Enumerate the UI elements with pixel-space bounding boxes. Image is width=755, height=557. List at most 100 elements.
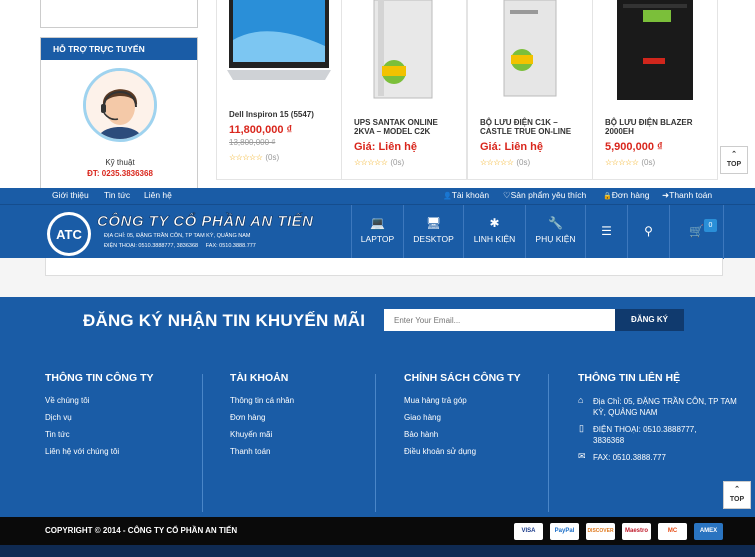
menu-item-desktop[interactable]: 🖥 DESKTOP bbox=[403, 205, 463, 259]
product-name[interactable]: BỘ LƯU ĐIỆN BLAZER 2000EH bbox=[605, 118, 711, 136]
product-image[interactable] bbox=[478, 0, 582, 104]
footer: THÔNG TIN CÔNG TY Về chúng tôi Dịch vụ T… bbox=[0, 344, 755, 517]
search-icon: ⚲ bbox=[644, 224, 653, 238]
menu-item-laptop[interactable]: 💻 LAPTOP bbox=[351, 205, 403, 259]
home-icon: ⌂ bbox=[578, 395, 584, 405]
product-card[interactable]: Dell Inspiron 15 (5547) 11,800,000 ₫ 13,… bbox=[216, 0, 342, 180]
desktop-icon: 🖥 bbox=[425, 216, 442, 230]
footer-link[interactable]: Mua hàng trả góp bbox=[404, 396, 467, 405]
footer-link[interactable]: Liên hệ với chúng tôi bbox=[45, 447, 119, 456]
footer-account-title: TÀI KHOẢN bbox=[230, 372, 289, 384]
rating-stars-icon: ☆☆☆☆☆ bbox=[480, 158, 514, 167]
hamburger-icon: ☰ bbox=[601, 224, 612, 238]
newsletter-email-input[interactable] bbox=[384, 309, 615, 331]
footer-divider bbox=[202, 374, 203, 512]
support-panel: HỖ TRỢ TRỰC TUYẾN Kỹ thuật ĐT: 0235.3836… bbox=[40, 37, 198, 188]
footer-contact-title: THÔNG TIN LIÊN HỆ bbox=[578, 372, 681, 384]
product-rating: ☆☆☆☆☆ (0s) bbox=[354, 158, 404, 167]
product-card[interactable]: BỘ LƯU ĐIỆN C1K – CASTLE TRUE ON-LINE Gi… bbox=[467, 0, 593, 180]
nav-link-contact[interactable]: Liên hệ bbox=[144, 190, 172, 200]
footer-link[interactable]: Điều khoản sử dụng bbox=[404, 447, 476, 456]
nav-link-news[interactable]: Tin tức bbox=[104, 190, 130, 200]
product-price: Giá: Liên hệ bbox=[354, 141, 417, 153]
mastercard-icon: MC bbox=[658, 523, 687, 540]
menu-item-accessories[interactable]: 🔧 PHỤ KIỆN bbox=[525, 205, 585, 259]
mobile-icon: ▯ bbox=[579, 423, 584, 433]
footer-company-title: THÔNG TIN CÔNG TY bbox=[45, 372, 154, 384]
wishlist-link[interactable]: ♡Sản phẩm yêu thích bbox=[503, 190, 586, 201]
support-title: HỖ TRỢ TRỰC TUYẾN bbox=[41, 38, 197, 60]
paypal-icon: PayPal bbox=[550, 523, 579, 540]
rating-count: (0s) bbox=[390, 158, 405, 167]
scroll-top-button[interactable]: ⌃ TOP bbox=[720, 146, 748, 174]
product-name[interactable]: Dell Inspiron 15 (5547) bbox=[229, 110, 335, 119]
account-link[interactable]: 👤Tài khoản bbox=[443, 190, 489, 200]
footer-link[interactable]: Thanh toán bbox=[230, 447, 270, 456]
product-card[interactable]: BỘ LƯU ĐIỆN BLAZER 2000EH 5,900,000 ₫ ☆☆… bbox=[592, 0, 718, 180]
heart-icon: ♡ bbox=[503, 190, 511, 200]
footer-link[interactable]: Về chúng tôi bbox=[45, 396, 89, 405]
logo-company-name[interactable]: CÔNG TY CỔ PHẦN AN TIẾN bbox=[97, 213, 314, 231]
content-area: HỖ TRỢ TRỰC TUYẾN Kỹ thuật ĐT: 0235.3836… bbox=[0, 0, 755, 188]
footer-link[interactable]: Tin tức bbox=[45, 430, 70, 439]
product-old-price: 13,800,000 ₫ bbox=[229, 138, 276, 147]
content-strip bbox=[45, 258, 723, 276]
cart-count-badge: 0 bbox=[704, 219, 717, 232]
chevron-up-icon: ⌃ bbox=[731, 151, 737, 158]
rating-stars-icon: ☆☆☆☆☆ bbox=[354, 158, 388, 167]
footer-divider bbox=[548, 374, 549, 512]
cart-button[interactable]: 🛒 0 bbox=[669, 205, 724, 259]
footer-link[interactable]: Thông tin cá nhân bbox=[230, 396, 294, 405]
top-navbar: Giới thiệu Tin tức Liên hệ 👤Tài khoản ♡S… bbox=[0, 188, 755, 204]
user-icon: 👤 bbox=[443, 193, 452, 200]
newsletter-subscribe-button[interactable]: ĐĂNG KÝ bbox=[615, 309, 684, 331]
product-price: 11,800,000 ₫ bbox=[229, 124, 293, 136]
envelope-icon: ✉ bbox=[578, 451, 586, 461]
contact-fax: FAX: 0510.3888.777 bbox=[593, 453, 666, 462]
scroll-top-button[interactable]: ⌃ TOP bbox=[723, 481, 751, 509]
footer-divider bbox=[375, 374, 376, 512]
product-image[interactable] bbox=[352, 0, 456, 104]
footer-link[interactable]: Bảo hành bbox=[404, 430, 438, 439]
product-rating: ☆☆☆☆☆ (0s) bbox=[229, 153, 279, 162]
chevron-up-icon: ⌃ bbox=[734, 486, 740, 493]
rating-count: (0s) bbox=[516, 158, 531, 167]
product-image[interactable] bbox=[603, 0, 707, 104]
discover-icon: DISCOVER bbox=[586, 523, 615, 540]
orders-link[interactable]: 🔒Đơn hàng bbox=[603, 190, 649, 200]
support-name: Kỹ thuật bbox=[105, 158, 135, 167]
product-price: Giá: Liên hệ bbox=[480, 141, 543, 153]
product-rating: ☆☆☆☆☆ (0s) bbox=[605, 158, 655, 167]
support-avatar bbox=[83, 68, 157, 142]
footer-link[interactable]: Đơn hàng bbox=[230, 413, 266, 422]
contact-address: Địa Chỉ: 05, ĐẶNG TRẦN CÔN, TP TAM KỲ, Q… bbox=[593, 397, 737, 417]
product-image[interactable] bbox=[227, 0, 331, 104]
logo-address: ĐỊA CHỈ: 05, ĐẶNG TRẦN CÔN, TP TAM KỲ, Q… bbox=[104, 233, 251, 239]
product-name[interactable]: UPS SANTAK ONLINE 2KVA – MODEL C2K bbox=[354, 118, 460, 136]
rating-stars-icon: ☆☆☆☆☆ bbox=[229, 153, 263, 162]
support-phone[interactable]: ĐT: 0235.3836368 bbox=[41, 169, 199, 178]
contact-phone: ĐIỆN THOẠI: 0510.3888777, 3836368 bbox=[593, 425, 697, 445]
laptop-icon: 💻 bbox=[370, 216, 385, 230]
visa-icon: VISA bbox=[514, 523, 543, 540]
product-name[interactable]: BỘ LƯU ĐIỆN C1K – CASTLE TRUE ON-LINE bbox=[480, 118, 586, 136]
menu-item-components[interactable]: ✱ LINH KIỆN bbox=[463, 205, 525, 259]
product-card[interactable]: UPS SANTAK ONLINE 2KVA – MODEL C2K Giá: … bbox=[341, 0, 467, 180]
lock-icon: 🔒 bbox=[603, 193, 612, 200]
rating-count: (0s) bbox=[265, 153, 280, 162]
footer-link[interactable]: Giao hàng bbox=[404, 413, 441, 422]
wrench-icon: 🔧 bbox=[548, 216, 563, 230]
checkout-link[interactable]: ➜Thanh toán bbox=[662, 190, 712, 201]
nav-link-about[interactable]: Giới thiệu bbox=[52, 190, 89, 200]
footer-policy-title: CHÍNH SÁCH CÔNG TY bbox=[404, 372, 521, 384]
product-price: 5,900,000 ₫ bbox=[605, 141, 663, 153]
search-button[interactable]: ⚲ bbox=[627, 205, 669, 259]
footer-link[interactable]: Khuyến mãi bbox=[230, 430, 272, 439]
footer-link[interactable]: Dịch vụ bbox=[45, 413, 72, 422]
rating-stars-icon: ☆☆☆☆☆ bbox=[605, 158, 639, 167]
bottom-strip bbox=[0, 545, 755, 557]
amex-icon: AMEX bbox=[694, 523, 723, 540]
hamburger-menu-button[interactable]: ☰ bbox=[585, 205, 627, 259]
product-rating: ☆☆☆☆☆ (0s) bbox=[480, 158, 530, 167]
logo-emblem[interactable]: ATC bbox=[45, 210, 95, 258]
